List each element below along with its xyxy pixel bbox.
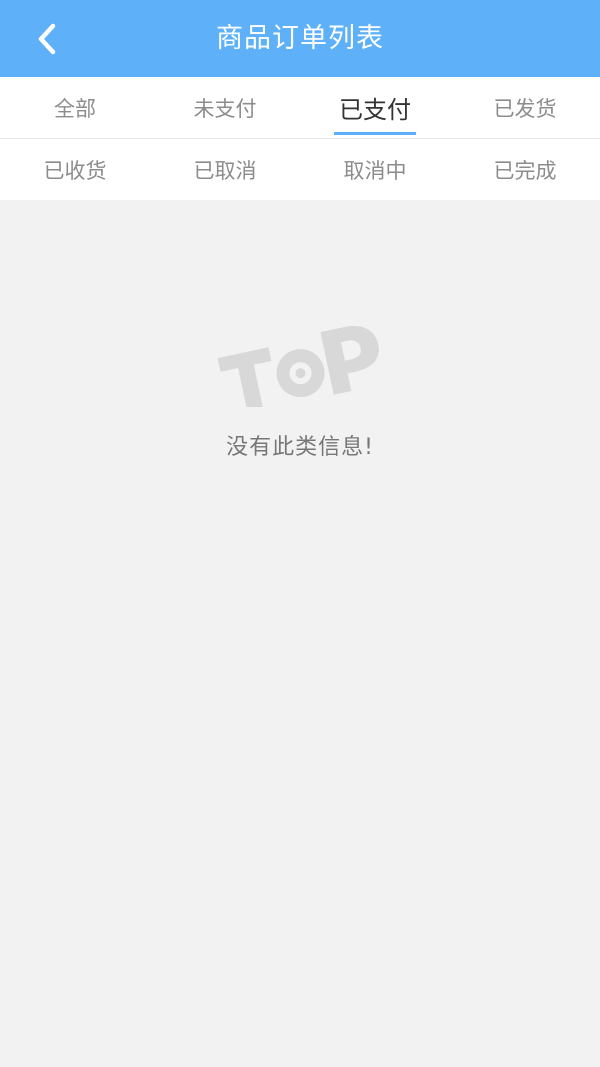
empty-state: 没有此类信息! <box>0 315 600 461</box>
tab-row-2: 已收货 已取消 取消中 已完成 <box>0 139 600 200</box>
tab-row-1: 全部 未支付 已支付 已发货 <box>0 77 600 139</box>
empty-message: 没有此类信息! <box>226 435 374 460</box>
tab-paid[interactable]: 已支付 <box>300 77 450 138</box>
active-tab-indicator <box>334 132 416 135</box>
tab-shipped[interactable]: 已发货 <box>450 77 600 138</box>
tab-label: 已收货 <box>43 158 107 183</box>
top-bar: 商品订单列表 <box>0 0 600 77</box>
tab-received[interactable]: 已收货 <box>0 139 150 200</box>
tab-unpaid[interactable]: 未支付 <box>150 77 300 138</box>
tab-label: 已取消 <box>193 158 257 183</box>
tab-all[interactable]: 全部 <box>0 77 150 138</box>
tab-label: 全部 <box>54 96 96 121</box>
tab-cancelling[interactable]: 取消中 <box>300 139 450 200</box>
order-status-tabs: 全部 未支付 已支付 已发货 已收货 已取消 取消中 已完成 <box>0 77 600 200</box>
tab-completed[interactable]: 已完成 <box>450 139 600 200</box>
tab-cancelled[interactable]: 已取消 <box>150 139 300 200</box>
tab-label: 未支付 <box>193 96 257 121</box>
tab-label: 已发货 <box>493 96 557 121</box>
tab-label: 已支付 <box>339 96 411 124</box>
page-title: 商品订单列表 <box>216 23 384 54</box>
tab-label: 已完成 <box>493 158 557 183</box>
tab-label: 取消中 <box>343 158 407 183</box>
top-logo-icon <box>217 326 379 407</box>
